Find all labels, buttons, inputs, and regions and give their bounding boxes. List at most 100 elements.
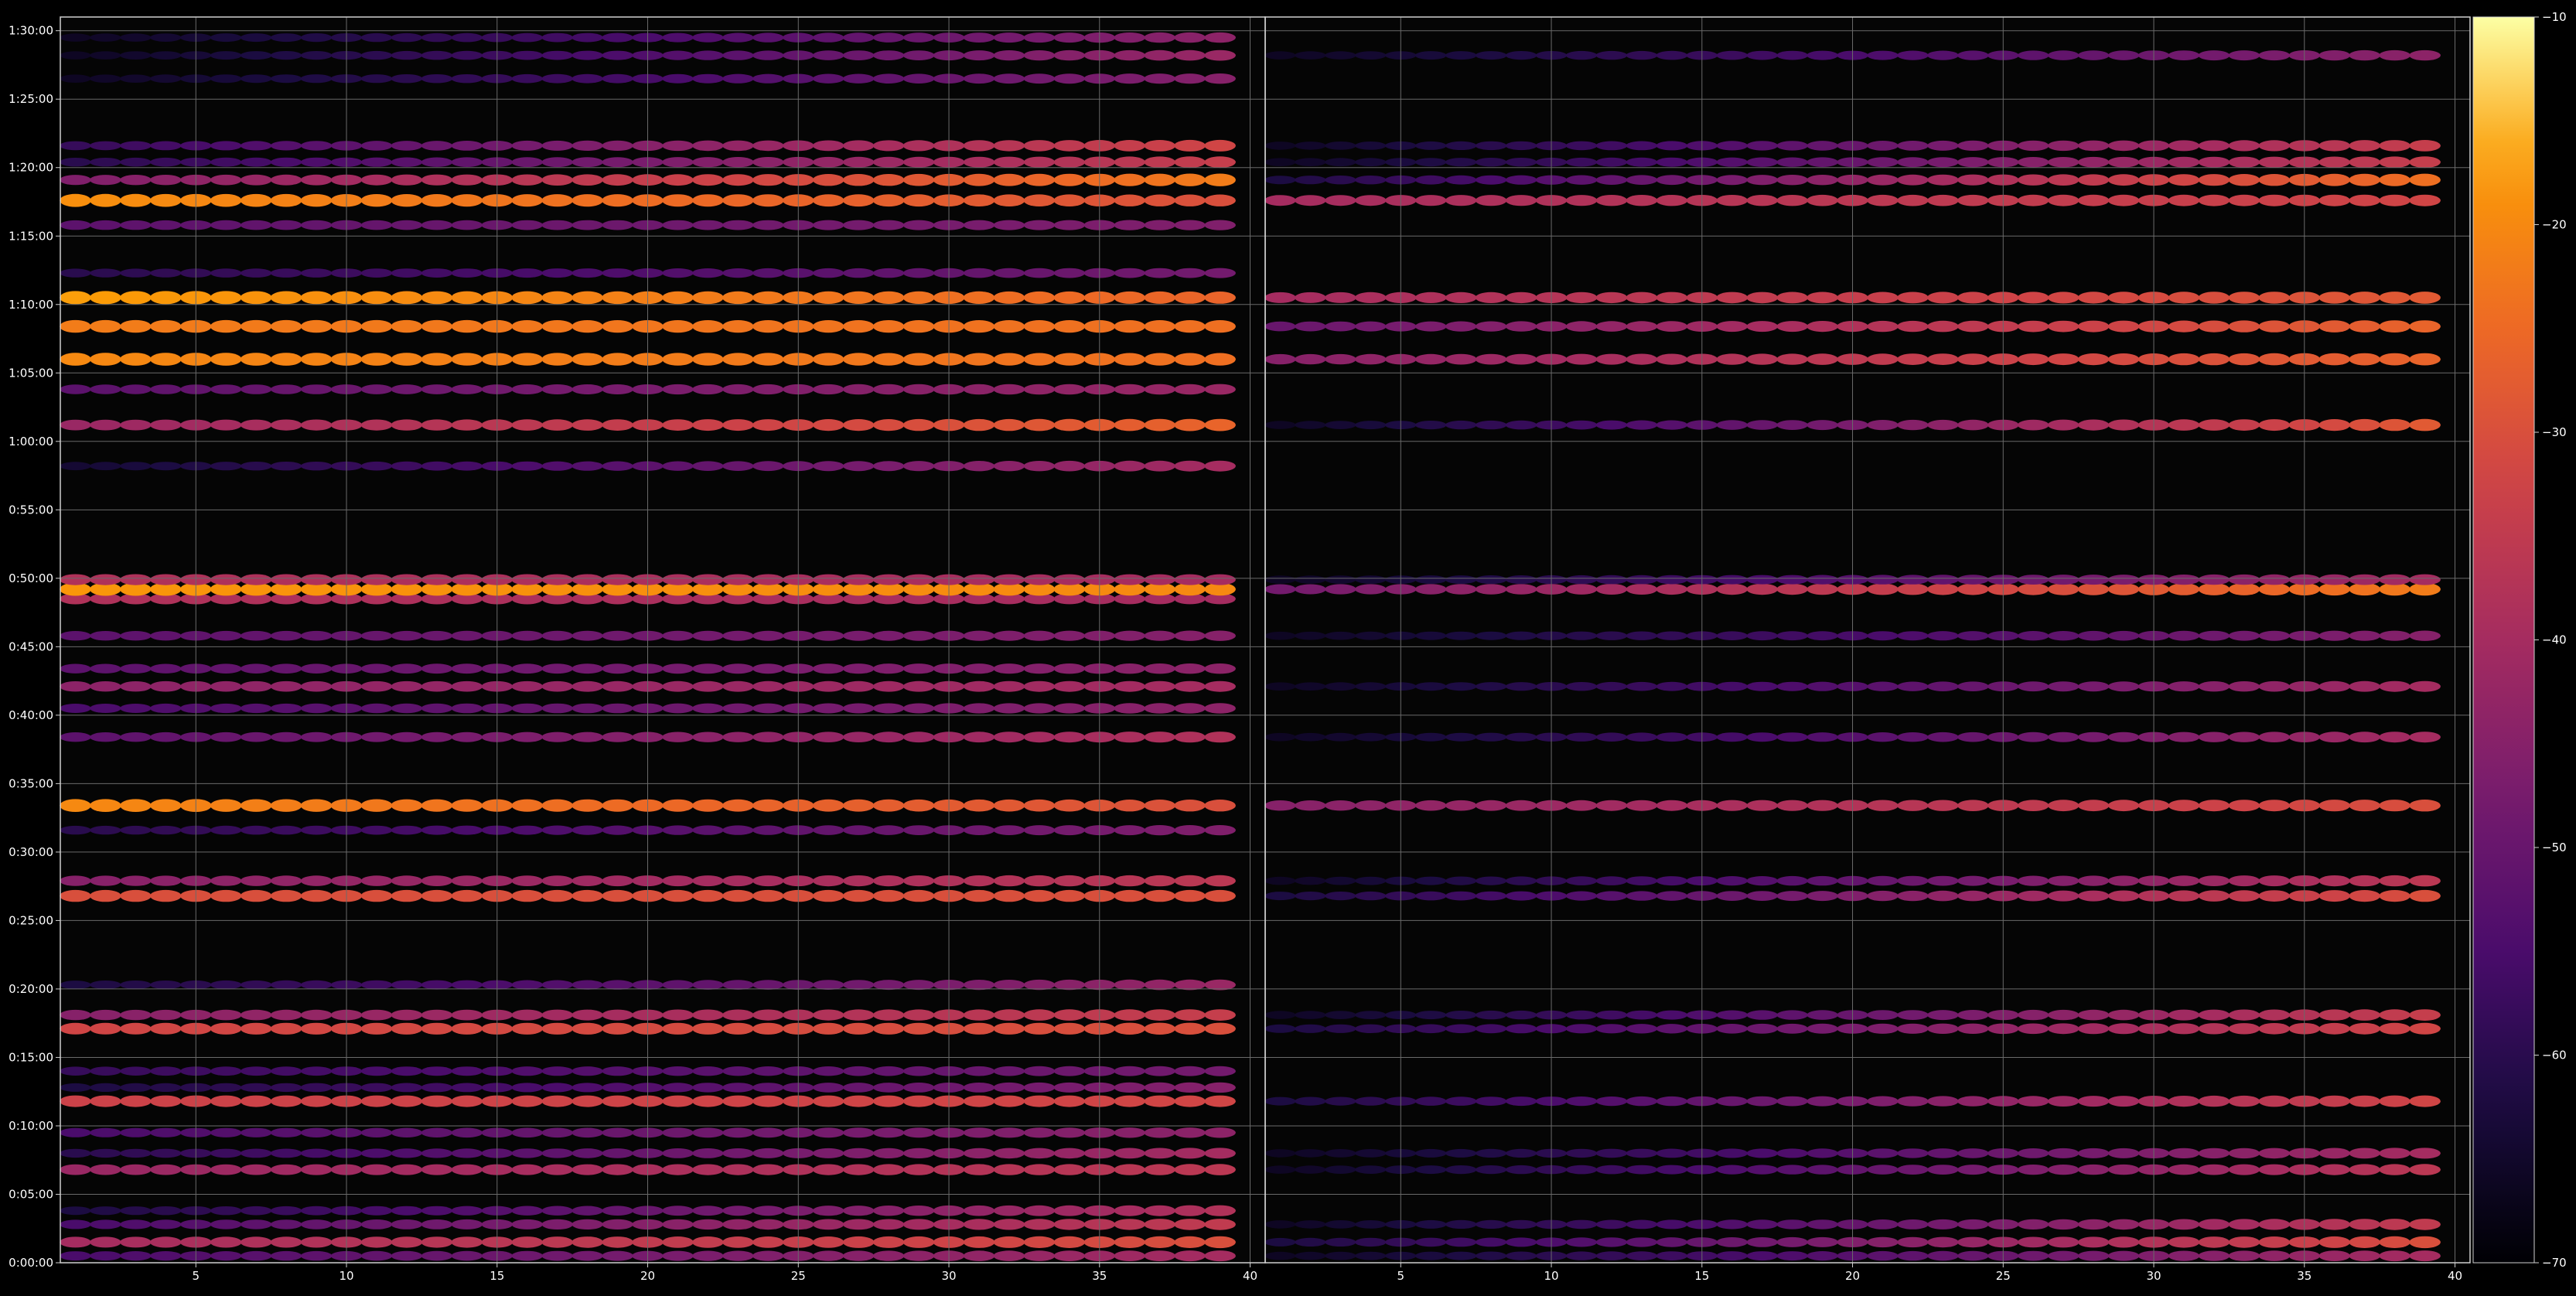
heat-mark: [511, 825, 543, 835]
heat-mark: [60, 825, 91, 835]
heat-mark: [1867, 320, 1899, 333]
heat-mark: [60, 33, 91, 42]
heat-mark: [1475, 1148, 1507, 1158]
heat-mark: [451, 353, 483, 366]
heat-mark: [2047, 631, 2080, 641]
heat-mark: [150, 1219, 182, 1229]
heat-mark: [842, 732, 875, 742]
heat-mark: [2168, 174, 2200, 186]
heat-mark: [1867, 353, 1899, 365]
heat-mark: [1776, 800, 1808, 811]
heat-mark: [1867, 631, 1899, 641]
heat-mark: [963, 50, 995, 61]
heat-mark: [1807, 891, 1838, 902]
heat-mark: [963, 1236, 995, 1248]
heat-mark: [722, 1022, 754, 1035]
heat-mark: [872, 320, 905, 333]
heat-mark: [391, 220, 423, 230]
heat-mark: [1023, 1148, 1056, 1159]
heat-mark: [1776, 1165, 1808, 1175]
heat-mark: [1355, 584, 1387, 595]
heat-mark: [300, 1164, 333, 1175]
heat-mark: [300, 1219, 333, 1229]
heat-mark: [391, 32, 423, 43]
heat-mark: [1445, 141, 1477, 150]
heat-mark: [692, 799, 724, 812]
heat-mark: [2349, 800, 2380, 812]
heat-mark: [511, 157, 543, 168]
heat-mark: [60, 1148, 91, 1158]
heat-mark: [963, 875, 995, 887]
heat-mark: [451, 1083, 483, 1093]
heat-mark: [1595, 195, 1628, 206]
heat-mark: [360, 220, 393, 230]
heat-mark: [1656, 157, 1688, 167]
heat-mark: [451, 680, 483, 692]
heat-mark: [1114, 1095, 1145, 1107]
heat-mark: [1023, 320, 1056, 333]
heat-mark: [662, 353, 694, 366]
heat-mark: [1867, 141, 1899, 151]
heat-mark: [150, 1009, 182, 1021]
heat-mark: [210, 1164, 242, 1175]
heat-mark: [1325, 1220, 1356, 1229]
heat-mark: [1204, 732, 1236, 743]
heat-mark: [511, 194, 543, 207]
heat-mark: [842, 1083, 875, 1093]
heat-mark: [1325, 353, 1356, 365]
heat-mark: [421, 1236, 453, 1248]
heat-mark: [1144, 320, 1175, 333]
heat-mark: [963, 680, 995, 692]
heat-mark: [872, 268, 905, 278]
heat-mark: [1295, 1149, 1326, 1158]
heat-mark: [1414, 682, 1447, 691]
heat-mark: [1746, 1148, 1778, 1158]
heat-mark: [1174, 979, 1206, 991]
heat-mark: [1897, 800, 1929, 811]
heat-mark: [2228, 194, 2260, 206]
heat-mark: [1807, 1148, 1838, 1158]
heat-mark: [2258, 320, 2291, 333]
heat-mark: [2318, 292, 2350, 304]
heat-mark: [872, 73, 905, 84]
heat-mark: [2198, 320, 2230, 333]
heat-mark: [240, 1148, 272, 1158]
heat-mark: [1746, 292, 1778, 304]
heat-mark: [993, 732, 1025, 743]
heat-mark: [1114, 1009, 1145, 1021]
heat-mark: [722, 875, 754, 887]
heat-mark: [270, 33, 302, 43]
heat-mark: [662, 157, 694, 168]
heat-mark: [1445, 1237, 1477, 1247]
heat-mark: [1114, 1236, 1145, 1248]
heat-mark: [1204, 320, 1236, 333]
heat-mark: [421, 291, 453, 305]
heat-mark: [1053, 663, 1086, 674]
heat-mark: [421, 980, 453, 990]
heat-mark: [1927, 875, 1959, 886]
heat-mark: [90, 268, 121, 278]
heat-mark: [210, 1066, 242, 1076]
heat-mark: [571, 353, 603, 366]
heat-mark: [1355, 176, 1387, 185]
heat-mark: [60, 353, 91, 366]
heat-mark: [1897, 1010, 1929, 1020]
heat-mark: [902, 630, 935, 641]
heat-mark: [2107, 292, 2140, 304]
heat-mark: [1264, 1220, 1296, 1229]
heat-mark: [1144, 73, 1175, 84]
heat-mark: [993, 291, 1025, 304]
heat-mark: [963, 194, 995, 206]
heat-mark: [1174, 1082, 1206, 1093]
heat-mark: [541, 384, 573, 394]
heat-mark: [722, 50, 754, 60]
heat-mark: [541, 320, 573, 333]
y-tick-label: 0:20:00: [9, 982, 53, 996]
heat-mark: [2349, 630, 2380, 641]
heat-mark: [602, 320, 633, 333]
heat-mark: [60, 291, 91, 305]
heat-mark: [1144, 703, 1175, 714]
heat-mark: [541, 1083, 573, 1093]
heat-mark: [511, 1236, 543, 1248]
heat-mark: [2349, 1148, 2380, 1159]
